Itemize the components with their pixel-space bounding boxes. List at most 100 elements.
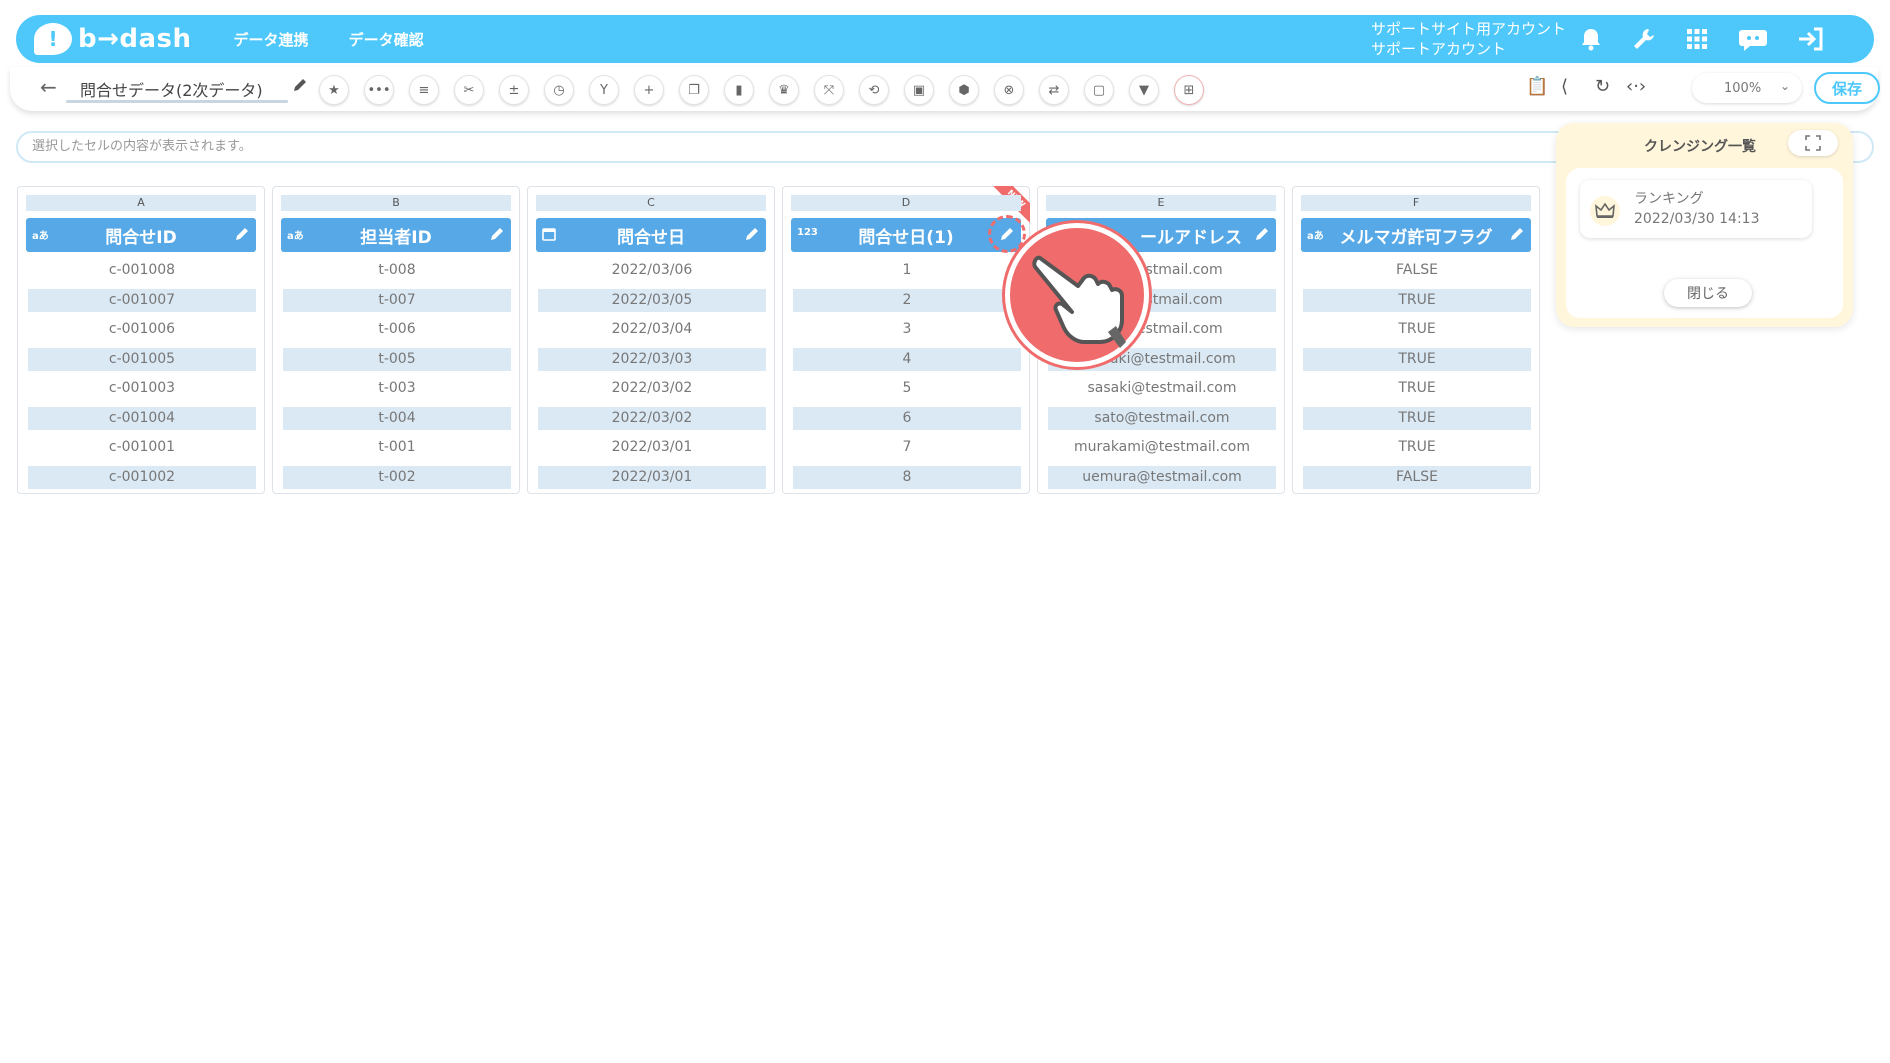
table-cell[interactable]: TRUE: [1303, 436, 1531, 459]
lock-icon[interactable]: ▣: [904, 75, 934, 105]
bell-icon[interactable]: [1576, 24, 1606, 54]
column-header[interactable]: aあ メルマガ許可フラグ: [1301, 218, 1531, 252]
nav-data-check[interactable]: データ確認: [349, 29, 424, 50]
column-header[interactable]: 123 問合せ日(1): [791, 218, 1021, 252]
nav-data-integration[interactable]: データ連携: [234, 29, 309, 50]
clipboard-icon[interactable]: 📋: [1526, 76, 1548, 97]
table-cell[interactable]: t-003: [283, 377, 511, 400]
repeat-icon[interactable]: ⟲: [859, 75, 889, 105]
pencil-icon[interactable]: [1254, 226, 1270, 247]
table-cell[interactable]: uemura@testmail.com: [1048, 466, 1276, 489]
code-icon[interactable]: ‹·›: [1626, 76, 1646, 97]
list-icon[interactable]: ≡: [409, 75, 439, 105]
timer-icon[interactable]: ◷: [544, 75, 574, 105]
pencil-icon[interactable]: [234, 226, 250, 247]
calc-icon[interactable]: ±: [499, 75, 529, 105]
dots-icon[interactable]: •••: [364, 75, 394, 105]
table-cell[interactable]: c-001005: [28, 348, 256, 371]
table-cell[interactable]: 2022/03/05: [538, 289, 766, 312]
table-cell[interactable]: t-006: [283, 318, 511, 341]
copy-icon[interactable]: ❐: [679, 75, 709, 105]
column-letter[interactable]: A: [26, 195, 256, 211]
package-icon[interactable]: ⬢: [949, 75, 979, 105]
tools-icon[interactable]: ✂: [454, 75, 484, 105]
cleansing-item[interactable]: ランキング 2022/03/30 14:13: [1580, 180, 1812, 238]
pencil-icon[interactable]: [292, 77, 308, 97]
table-cell[interactable]: c-001004: [28, 407, 256, 430]
remove-icon[interactable]: ⊗: [994, 75, 1024, 105]
table-cell[interactable]: c-001002: [28, 466, 256, 489]
back-arrow-icon[interactable]: ←: [40, 75, 57, 99]
frame-icon[interactable]: ▢: [1084, 75, 1114, 105]
table-cell[interactable]: c-001001: [28, 436, 256, 459]
table-cell[interactable]: murakami@testmail.com: [1048, 436, 1276, 459]
zoom-select[interactable]: 100% ⌄: [1692, 73, 1802, 103]
plus-icon[interactable]: +: [634, 75, 664, 105]
table-cell[interactable]: 7: [793, 436, 1021, 459]
column-letter[interactable]: B: [281, 195, 511, 211]
table-cell[interactable]: 8: [793, 466, 1021, 489]
table-cell[interactable]: c-001007: [28, 289, 256, 312]
table-cell[interactable]: 5: [793, 377, 1021, 400]
table-cell[interactable]: t-008: [283, 259, 511, 282]
table-cell[interactable]: 2022/03/02: [538, 407, 766, 430]
save-button[interactable]: 保存: [1814, 72, 1880, 104]
table-cell[interactable]: TRUE: [1303, 407, 1531, 430]
expand-icon[interactable]: [1788, 130, 1838, 156]
table-cell[interactable]: t-001: [283, 436, 511, 459]
data-title[interactable]: 問合せデータ(2次データ): [80, 77, 263, 101]
table-cell[interactable]: TRUE: [1303, 289, 1531, 312]
pencil-icon[interactable]: [489, 226, 505, 247]
star-icon[interactable]: ★: [319, 75, 349, 105]
table-cell[interactable]: t-007: [283, 289, 511, 312]
table-cell[interactable]: TRUE: [1303, 348, 1531, 371]
table-cell[interactable]: 2022/03/02: [538, 377, 766, 400]
trash-icon[interactable]: ▮: [724, 75, 754, 105]
table-cell[interactable]: FALSE: [1303, 259, 1531, 282]
filter-icon[interactable]: ▼: [1129, 75, 1159, 105]
expand-icon[interactable]: ⤧: [814, 75, 844, 105]
table-cell[interactable]: 2022/03/06: [538, 259, 766, 282]
table-cell[interactable]: c-001006: [28, 318, 256, 341]
column-letter[interactable]: D: [791, 195, 1021, 211]
table-cell[interactable]: 6: [793, 407, 1021, 430]
branch-icon[interactable]: Y: [589, 75, 619, 105]
column-header[interactable]: 問合せ日: [536, 218, 766, 252]
grid-icon[interactable]: ⊞: [1174, 75, 1204, 105]
refresh-icon[interactable]: ↻: [1595, 76, 1610, 97]
chatbot-icon[interactable]: [1738, 24, 1768, 54]
table-cell[interactable]: t-002: [283, 466, 511, 489]
table-cell[interactable]: TRUE: [1303, 377, 1531, 400]
table-cell[interactable]: TRUE: [1303, 318, 1531, 341]
table-cell[interactable]: c-001003: [28, 377, 256, 400]
table-cell[interactable]: 2022/03/03: [538, 348, 766, 371]
account-info[interactable]: サポートサイト用アカウント サポートアカウント: [1371, 19, 1566, 59]
wrench-icon[interactable]: [1629, 24, 1659, 54]
pencil-icon[interactable]: [744, 226, 760, 247]
table-cell[interactable]: 1: [793, 259, 1021, 282]
convert-icon[interactable]: ⇄: [1039, 75, 1069, 105]
table-cell[interactable]: t-005: [283, 348, 511, 371]
column-header[interactable]: aあ 担当者ID: [281, 218, 511, 252]
close-button[interactable]: 閉じる: [1664, 279, 1752, 307]
bdash-logo[interactable]: ! b→dash: [34, 23, 192, 55]
apps-grid-icon[interactable]: [1682, 24, 1712, 54]
pencil-icon[interactable]: [1509, 226, 1525, 247]
table-cell[interactable]: 2022/03/04: [538, 318, 766, 341]
crown-icon[interactable]: ♛: [769, 75, 799, 105]
table-cell[interactable]: t-004: [283, 407, 511, 430]
column-letter[interactable]: E: [1046, 195, 1276, 211]
column-header[interactable]: aあ 問合せID: [26, 218, 256, 252]
table-cell[interactable]: 2: [793, 289, 1021, 312]
table-cell[interactable]: c-001008: [28, 259, 256, 282]
table-cell[interactable]: 3: [793, 318, 1021, 341]
table-cell[interactable]: 2022/03/01: [538, 466, 766, 489]
table-cell[interactable]: sasaki@testmail.com: [1048, 377, 1276, 400]
table-cell[interactable]: sato@testmail.com: [1048, 407, 1276, 430]
table-cell[interactable]: FALSE: [1303, 466, 1531, 489]
table-cell[interactable]: 2022/03/01: [538, 436, 766, 459]
table-cell[interactable]: 4: [793, 348, 1021, 371]
share-icon[interactable]: ⟨: [1561, 76, 1568, 97]
column-letter[interactable]: F: [1301, 195, 1531, 211]
column-letter[interactable]: C: [536, 195, 766, 211]
